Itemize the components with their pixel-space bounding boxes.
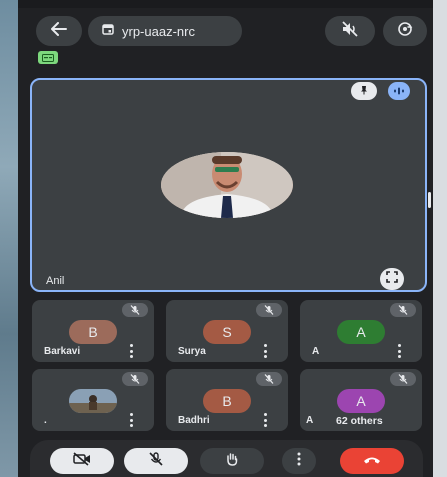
flip-camera-icon — [396, 21, 414, 42]
participant-name: . — [44, 415, 47, 426]
mic-off-icon — [390, 303, 416, 317]
main-speaker-name: Anil — [46, 275, 65, 287]
mic-toggle-button[interactable] — [124, 448, 188, 474]
others-tile[interactable]: A A 62 others — [300, 369, 422, 431]
more-vert-icon[interactable] — [396, 344, 402, 358]
raise-hand-button[interactable] — [200, 448, 264, 474]
camera-toggle-button[interactable] — [50, 448, 114, 474]
speaker-off-icon — [341, 20, 359, 42]
speaking-indicator — [388, 82, 410, 100]
calendar-icon — [102, 22, 114, 40]
flip-camera-button[interactable] — [383, 16, 427, 46]
others-count: 62 others — [336, 415, 383, 427]
participant-avatar: B — [69, 320, 117, 344]
participant-name: A — [306, 415, 314, 426]
more-options-button[interactable] — [282, 448, 316, 474]
meeting-code: yrp-uaaz-nrc — [122, 23, 195, 39]
meeting-code-chip[interactable]: yrp-uaaz-nrc — [88, 16, 242, 46]
background-edge-right — [433, 0, 447, 477]
participant-avatar: B — [203, 389, 251, 413]
end-call-button[interactable] — [340, 448, 404, 474]
mic-off-icon — [390, 372, 416, 386]
background-wallpaper-left — [0, 0, 18, 477]
scrollbar[interactable] — [428, 192, 431, 208]
call-controls-bar — [30, 440, 423, 477]
mic-off-icon — [122, 303, 148, 317]
participant-avatar: A — [337, 320, 385, 344]
speaker-toggle-button[interactable] — [325, 16, 375, 46]
participant-tile[interactable]: S Surya — [166, 300, 288, 362]
participant-name: A — [312, 346, 320, 357]
participant-tile[interactable]: . — [32, 369, 154, 431]
camera-off-icon — [73, 451, 91, 471]
caption-badge — [38, 51, 58, 64]
mic-off-icon — [256, 303, 282, 317]
back-button[interactable] — [36, 16, 82, 46]
more-vert-icon[interactable] — [262, 344, 268, 358]
call-end-icon — [363, 452, 381, 470]
meet-screen: yrp-uaaz-nrc Anil B Barkavi S Surya A A … — [18, 0, 433, 477]
status-bar — [18, 0, 433, 8]
participant-tile[interactable]: B Barkavi — [32, 300, 154, 362]
mic-off-icon — [148, 451, 164, 472]
participant-name: Barkavi — [44, 346, 81, 357]
main-speaker-tile[interactable]: Anil — [30, 78, 427, 292]
mic-off-icon — [122, 372, 148, 386]
audio-level-icon — [393, 82, 405, 100]
more-vert-icon — [297, 452, 301, 471]
participant-avatar: A — [337, 389, 385, 413]
participant-name: Surya — [178, 346, 206, 357]
main-speaker-avatar — [161, 152, 293, 218]
participant-avatar: S — [203, 320, 251, 344]
participant-name: Badhri — [178, 415, 210, 426]
more-vert-icon[interactable] — [128, 413, 134, 427]
participant-tile[interactable]: A A — [300, 300, 422, 362]
hand-icon — [224, 451, 240, 472]
mic-off-icon — [256, 372, 282, 386]
more-vert-icon[interactable] — [262, 413, 268, 427]
fullscreen-icon — [386, 270, 398, 288]
pin-button[interactable] — [351, 82, 377, 100]
more-vert-icon[interactable] — [128, 344, 134, 358]
participant-tile[interactable]: B Badhri — [166, 369, 288, 431]
arrow-back-icon — [51, 21, 67, 41]
fullscreen-button[interactable] — [380, 268, 404, 290]
pin-icon — [359, 82, 369, 100]
participant-photo-avatar — [69, 389, 117, 413]
